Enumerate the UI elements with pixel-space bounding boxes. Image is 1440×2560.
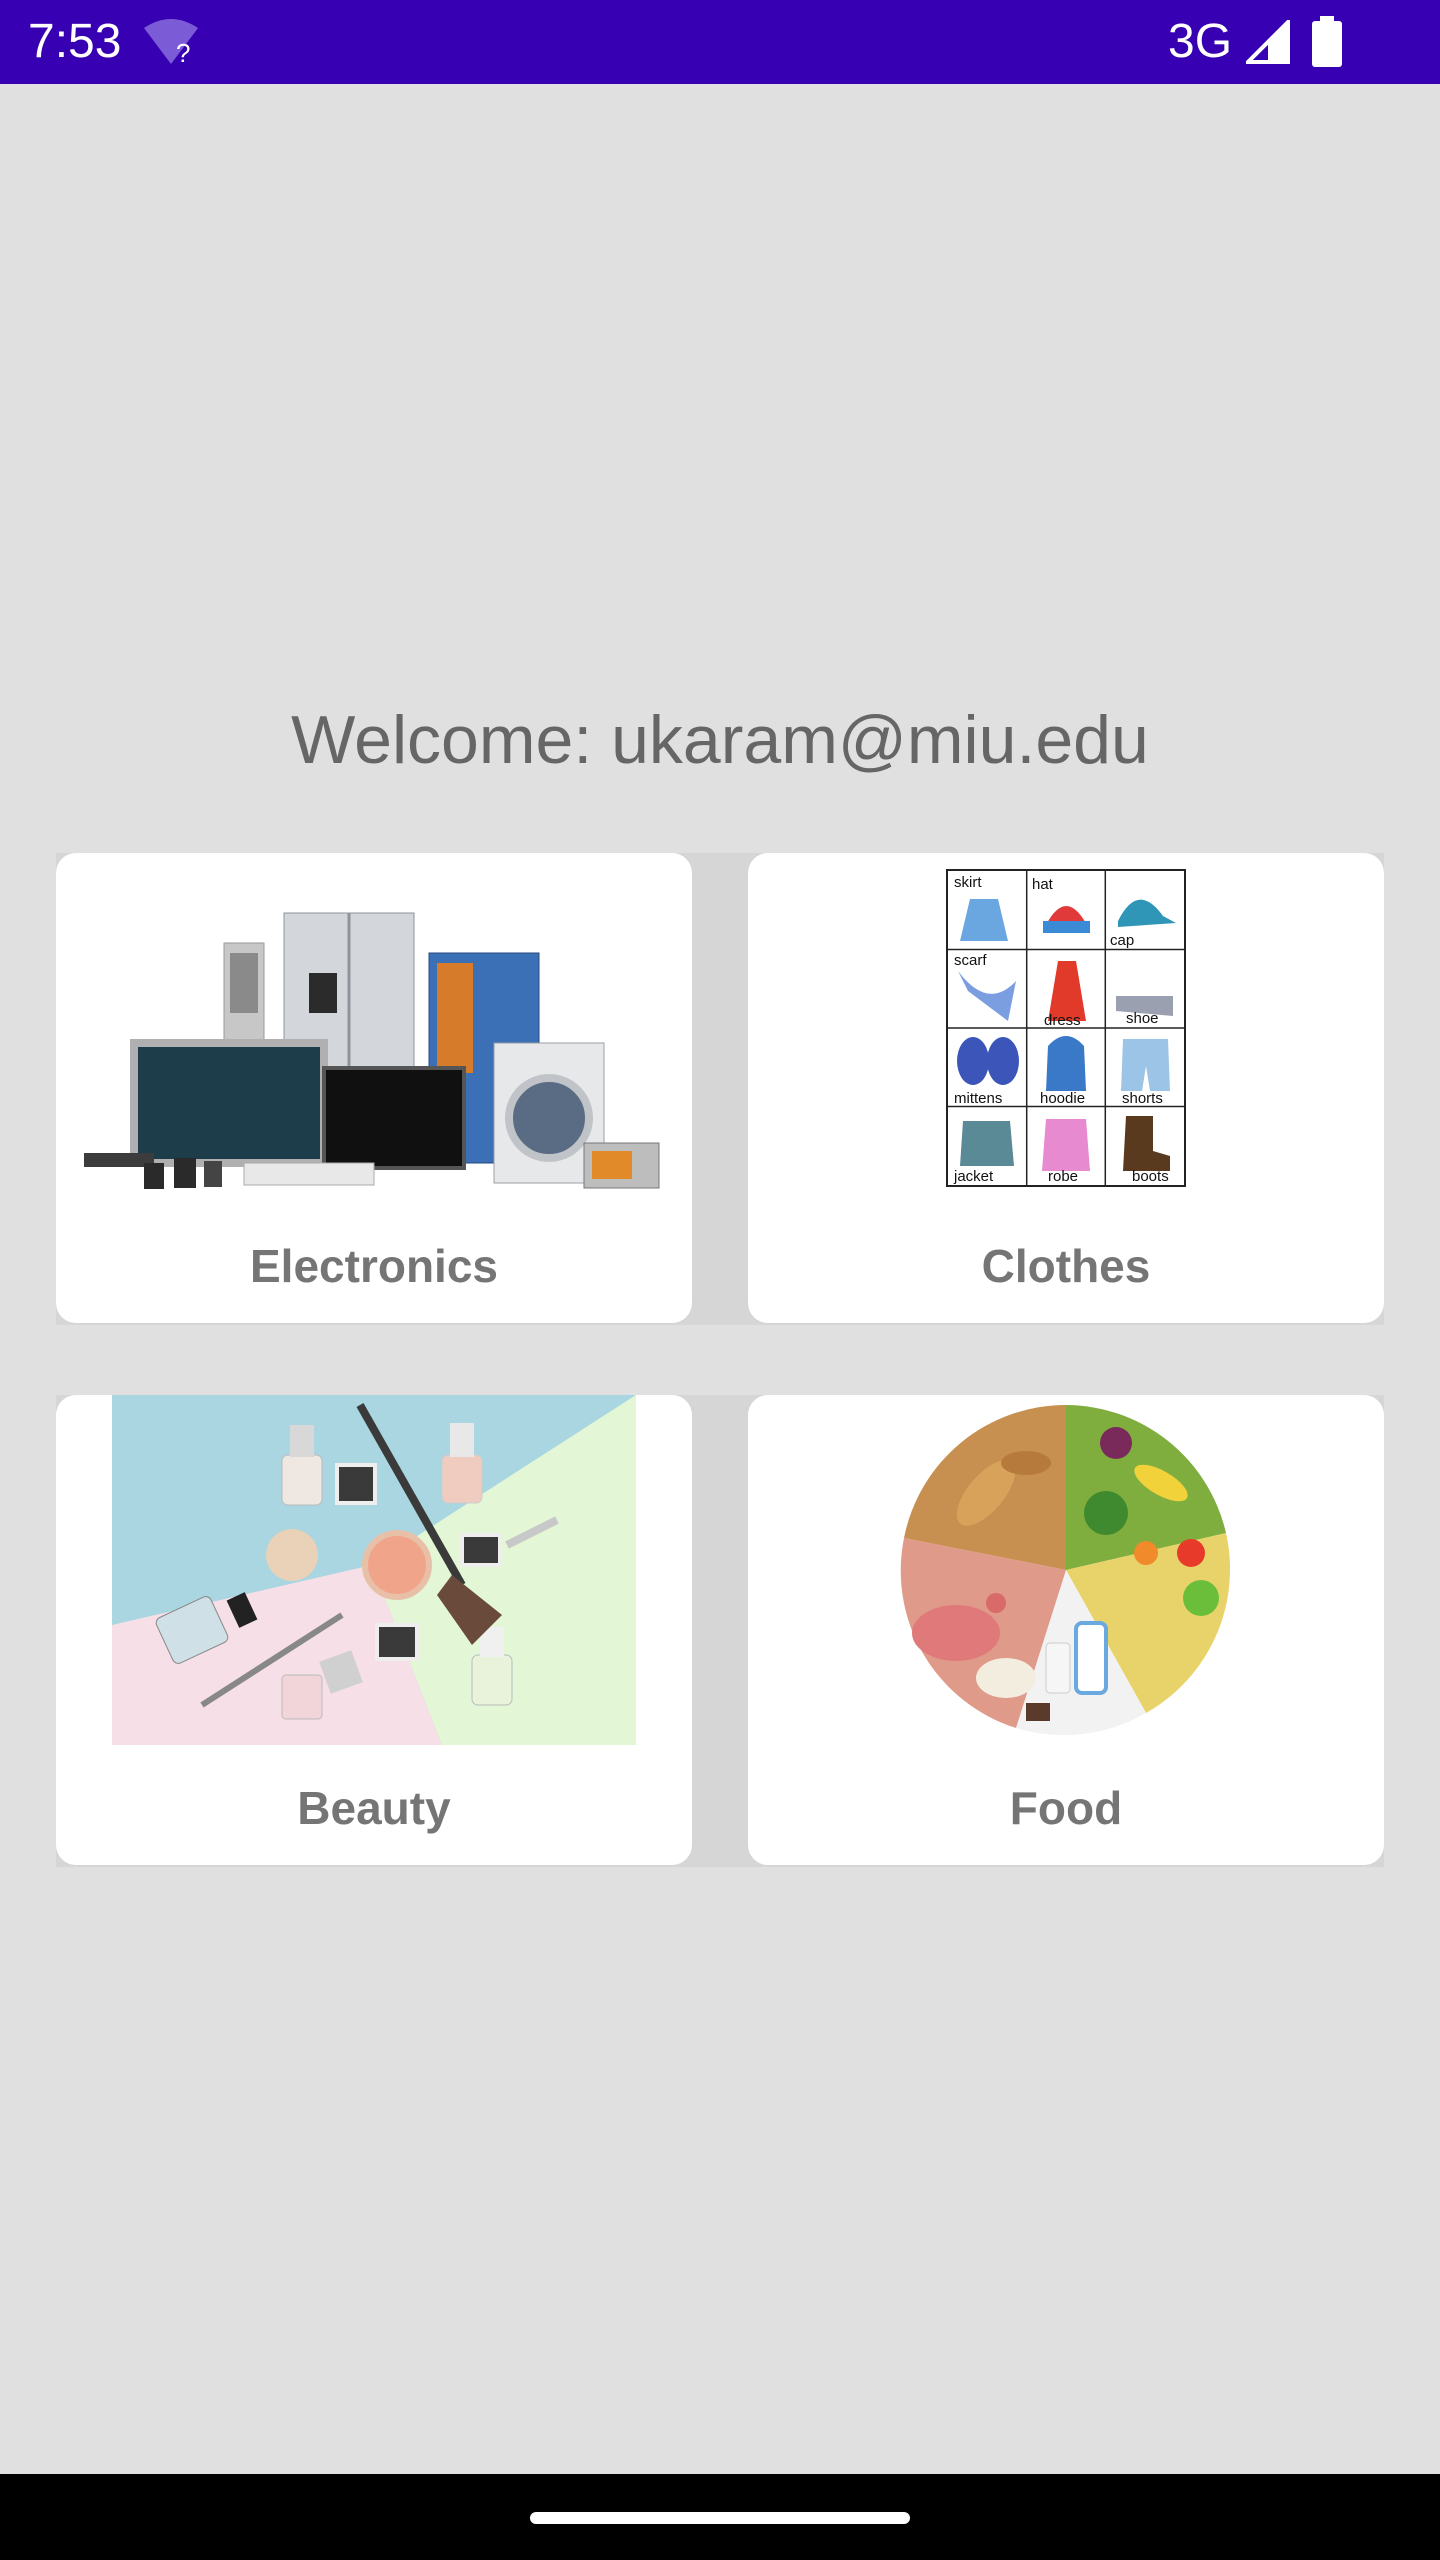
svg-text:shoe: shoe [1126, 1010, 1159, 1027]
category-label: Beauty [297, 1782, 451, 1834]
svg-text:scarf: scarf [954, 952, 987, 969]
category-label: Electronics [250, 1240, 498, 1292]
svg-text:jacket: jacket [953, 1168, 994, 1185]
svg-text:hat: hat [1032, 876, 1054, 893]
category-card-clothes[interactable]: skirt hat cap scarf dress shoe mittens h… [748, 853, 1384, 1323]
svg-text:robe: robe [1048, 1168, 1078, 1185]
svg-text:skirt: skirt [954, 874, 982, 891]
svg-text:cap: cap [1110, 932, 1134, 949]
category-card-food[interactable]: Food [748, 1395, 1384, 1865]
category-row: Electronics skirt hat cap scarf dress sh… [56, 853, 1384, 1325]
svg-text:dress: dress [1044, 1012, 1081, 1029]
cosmetics-flatlay-image [112, 1395, 636, 1745]
clothes-vocabulary-chart-image: skirt hat cap scarf dress shoe mittens h… [946, 869, 1186, 1187]
svg-text:boots: boots [1132, 1168, 1169, 1185]
welcome-message: Welcome: ukaram@miu.edu [291, 702, 1149, 778]
battery-icon [1312, 16, 1342, 67]
network-type-label: 3G [1168, 15, 1233, 68]
category-card-beauty[interactable]: Beauty [56, 1395, 692, 1865]
home-gesture-handle[interactable] [530, 2512, 910, 2524]
signal-icon [1246, 20, 1290, 64]
navigation-bar [0, 2474, 1440, 2560]
category-row: Beauty Food [56, 1395, 1384, 1867]
electronics-appliances-image [84, 912, 660, 1189]
svg-text:?: ? [176, 38, 190, 66]
status-bar: 7:53 ? 3G [0, 0, 1440, 84]
wifi-unknown-icon: ? [144, 19, 198, 66]
category-card-electronics[interactable]: Electronics [56, 853, 692, 1323]
category-label: Food [1009, 1782, 1123, 1834]
status-time: 7:53 [28, 15, 122, 68]
svg-text:shorts: shorts [1122, 1090, 1163, 1107]
food-groups-wheel-image [900, 1405, 1231, 1736]
svg-text:mittens: mittens [954, 1090, 1002, 1107]
svg-text:hoodie: hoodie [1040, 1090, 1085, 1107]
category-label: Clothes [981, 1240, 1151, 1292]
